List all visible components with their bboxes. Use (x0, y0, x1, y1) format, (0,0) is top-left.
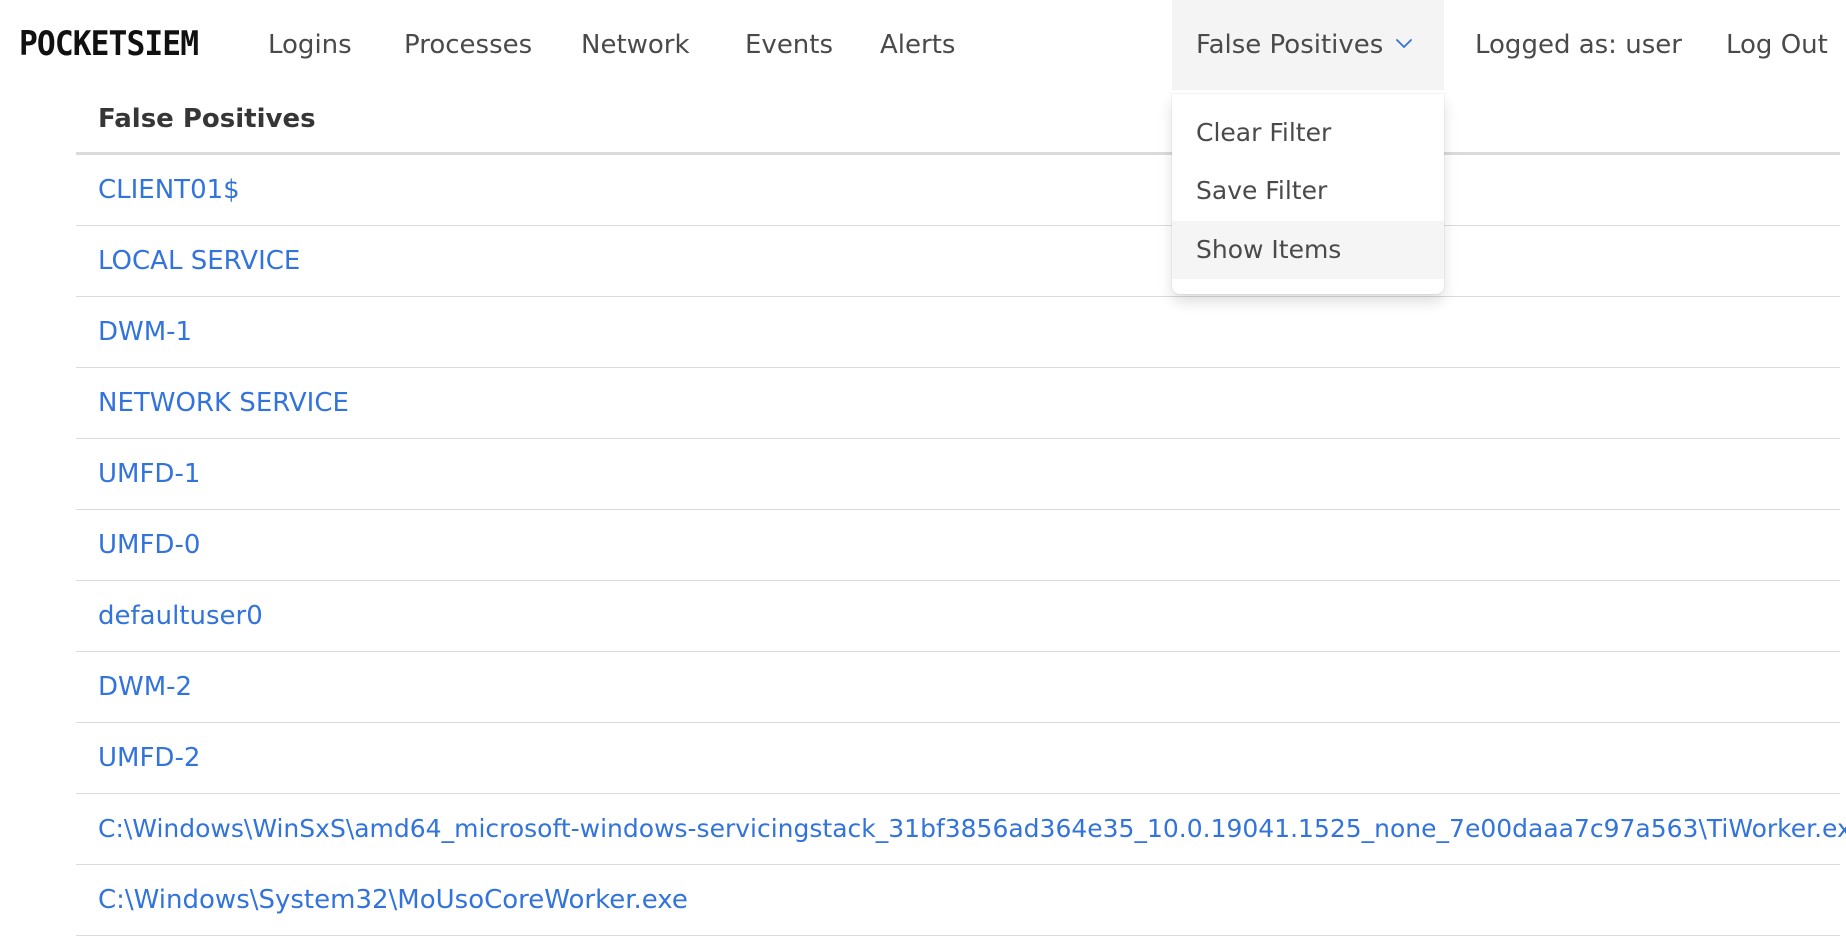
dropdown-item-label: Show Items (1196, 235, 1342, 264)
nav-alerts[interactable]: Alerts (880, 30, 955, 60)
false-positive-link[interactable]: CLIENT01$ (98, 175, 240, 205)
false-positives-label: False Positives (1196, 30, 1384, 60)
false-positives-dropdown-menu: Clear Filter Save Filter Show Items (1172, 94, 1444, 294)
nav-network[interactable]: Network (581, 30, 690, 60)
false-positive-link[interactable]: LOCAL SERVICE (98, 246, 300, 276)
table-row: DWM-2 (76, 652, 1840, 723)
false-positive-link[interactable]: UMFD-1 (98, 459, 200, 489)
table-row: NETWORK SERVICE (76, 368, 1840, 439)
false-positive-link[interactable]: NETWORK SERVICE (98, 388, 349, 418)
false-positive-link[interactable]: DWM-2 (98, 672, 192, 702)
logout-link[interactable]: Log Out (1726, 30, 1828, 60)
false-positive-link[interactable]: C:\Windows\System32\MoUsoCoreWorker.exe (98, 885, 688, 915)
table-row: C:\Windows\WinSxS\amd64_microsoft-window… (76, 794, 1846, 865)
chevron-down-icon (1396, 39, 1412, 48)
table-row: UMFD-1 (76, 439, 1840, 510)
false-positive-link[interactable]: UMFD-2 (98, 743, 200, 773)
nav-processes[interactable]: Processes (404, 30, 532, 60)
dropdown-item-label: Clear Filter (1196, 118, 1332, 147)
false-positive-link[interactable]: defaultuser0 (98, 601, 263, 631)
false-positives-table: False Positives CLIENT01$ LOCAL SERVICE … (76, 94, 1846, 936)
logged-as-user[interactable]: Logged as: user (1475, 30, 1682, 60)
table-header: False Positives (76, 94, 1840, 155)
table-row: defaultuser0 (76, 581, 1840, 652)
table-row: C:\Windows\System32\MoUsoCoreWorker.exe (76, 865, 1840, 936)
nav-events[interactable]: Events (745, 30, 833, 60)
table-row: DWM-1 (76, 297, 1840, 368)
false-positive-link[interactable]: DWM-1 (98, 317, 192, 347)
table-row: CLIENT01$ (76, 155, 1840, 226)
table-row: LOCAL SERVICE (76, 226, 1840, 297)
false-positive-link[interactable]: UMFD-0 (98, 530, 200, 560)
dropdown-item-save-filter[interactable]: Save Filter (1172, 162, 1444, 220)
dropdown-item-show-items[interactable]: Show Items (1172, 221, 1444, 279)
top-navbar: POCKETSIEM Logins Processes Network Even… (0, 0, 1846, 94)
table-row: UMFD-0 (76, 510, 1840, 581)
brand-logo[interactable]: POCKETSIEM (19, 24, 199, 64)
dropdown-item-clear-filter[interactable]: Clear Filter (1172, 104, 1444, 162)
nav-logins[interactable]: Logins (268, 30, 352, 60)
column-header-false-positives: False Positives (98, 104, 316, 134)
false-positives-dropdown-toggle[interactable]: False Positives (1172, 0, 1444, 90)
dropdown-item-label: Save Filter (1196, 176, 1328, 205)
false-positive-link[interactable]: C:\Windows\WinSxS\amd64_microsoft-window… (98, 814, 1846, 843)
table-row: UMFD-2 (76, 723, 1840, 794)
